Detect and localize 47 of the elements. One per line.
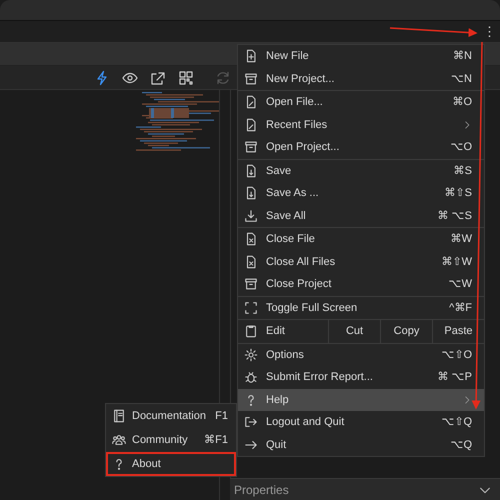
paste-button[interactable]: Paste — [432, 320, 484, 342]
file-x-icon — [244, 254, 258, 269]
menu-item[interactable]: Options ⌥⇧O — [238, 344, 484, 366]
menu-item[interactable]: Open File... ⌘O — [238, 91, 484, 114]
menu-item[interactable]: Save As ... ⌘⇧S — [238, 182, 484, 204]
file-download-icon — [244, 186, 258, 200]
qr-code-icon — [178, 70, 194, 86]
menu-item[interactable]: Quit ⌥Q — [238, 434, 484, 456]
menu-item[interactable]: Close Project ⌥W — [238, 273, 484, 296]
file-x-icon — [244, 232, 258, 246]
menu-item-label: Edit — [266, 324, 285, 339]
menu-item[interactable]: Submit Error Report... ⌘ ⌥P — [238, 366, 484, 388]
menu-item[interactable]: Save ⌘S — [238, 160, 484, 182]
clipboard-icon — [244, 324, 258, 338]
book-icon — [112, 409, 126, 423]
menu-item[interactable]: Documentation F1 — [106, 404, 236, 428]
people-icon — [112, 433, 126, 447]
menu-item[interactable]: Logout and Quit ⌥⇧Q — [238, 411, 484, 434]
bug-icon — [244, 370, 258, 384]
archive-icon — [244, 277, 258, 292]
menu-item[interactable]: Recent Files — [238, 114, 484, 136]
file-plus-icon — [244, 49, 258, 64]
archive-icon — [244, 140, 258, 154]
share-icon — [150, 70, 166, 86]
menu-item[interactable]: New Project... ⌥N — [238, 68, 484, 90]
menu-item[interactable]: Help — [238, 388, 484, 411]
menu-item[interactable]: Save All ⌘ ⌥S — [238, 204, 484, 227]
file-pen-icon — [244, 118, 258, 132]
menu-item[interactable]: Toggle Full Screen ^⌘F — [238, 296, 484, 319]
menu-item[interactable]: Community ⌘F1 — [106, 428, 236, 452]
menu-item[interactable]: About — [106, 452, 236, 476]
cut-button[interactable]: Cut — [328, 320, 380, 342]
file-pen-icon — [244, 95, 258, 110]
copy-button[interactable]: Copy — [380, 320, 432, 342]
menu-item[interactable]: New File ⌘N — [238, 45, 484, 68]
menu-item[interactable]: Close File ⌘W — [238, 228, 484, 250]
menu-item[interactable]: Open Project... ⌥O — [238, 136, 484, 158]
file-download-icon — [244, 164, 258, 178]
archive-icon — [244, 72, 258, 86]
properties-header[interactable]: Properties — [230, 478, 500, 500]
settings-icon — [244, 348, 258, 362]
refresh-icon — [215, 70, 231, 86]
download-icon — [244, 208, 258, 223]
menu-item[interactable]: Close All Files ⌘⇧W — [238, 250, 484, 273]
logout-icon — [244, 415, 258, 430]
more-button[interactable]: ⋮ — [479, 22, 500, 42]
fullscreen-icon — [244, 300, 258, 315]
